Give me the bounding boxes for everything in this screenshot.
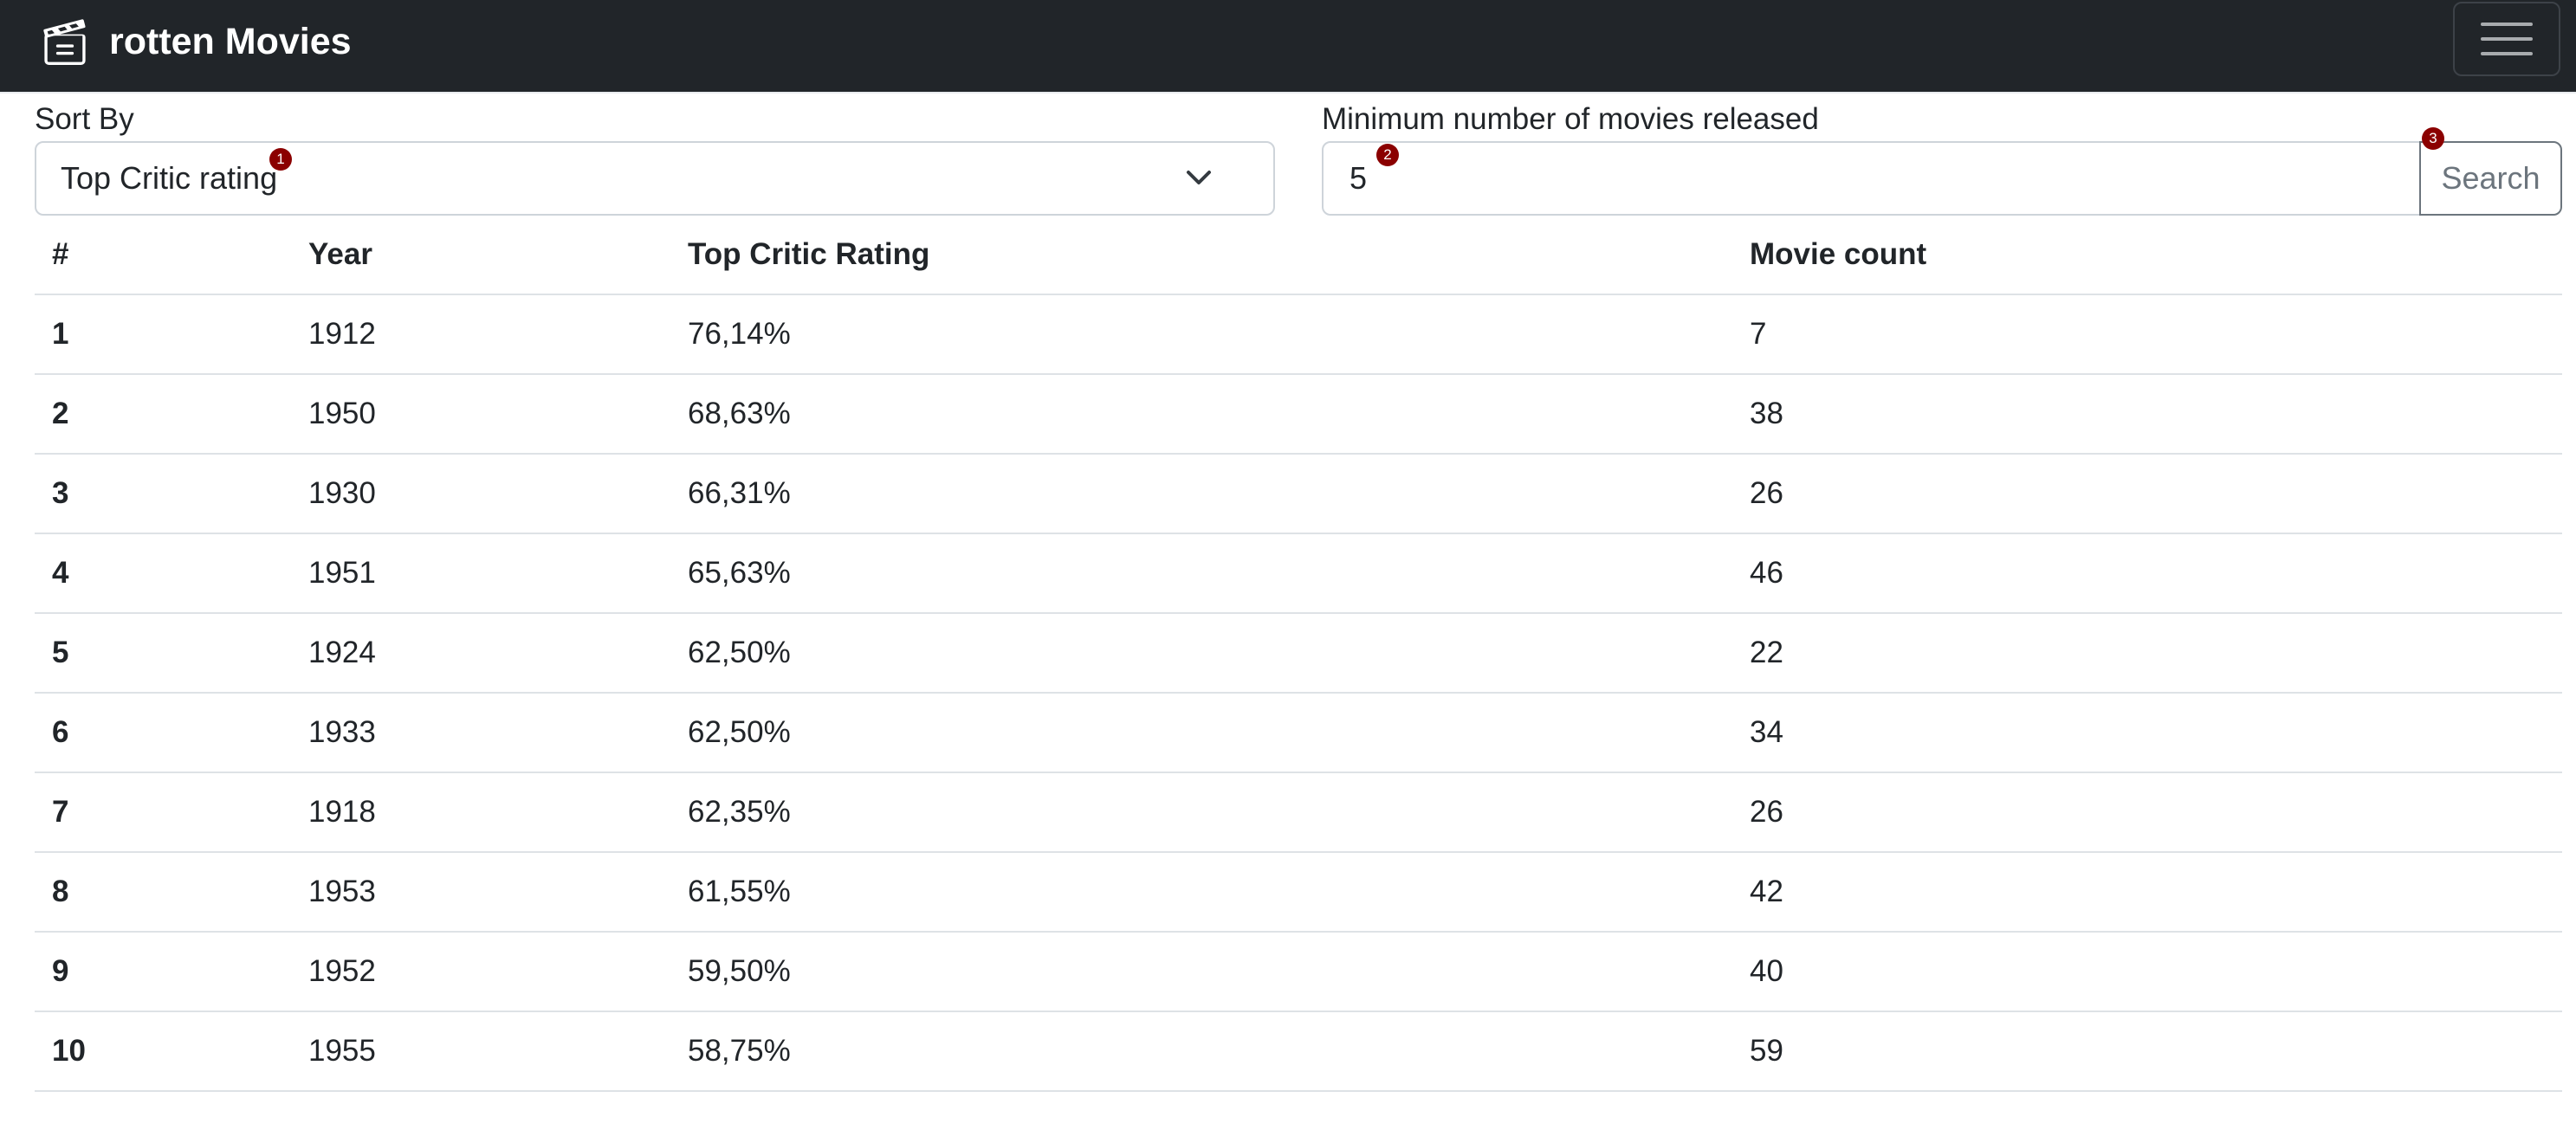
count-cell: 22 xyxy=(1732,613,2562,694)
year-cell: 1912 xyxy=(291,294,670,375)
rating-cell: 62,50% xyxy=(670,613,1732,694)
table-row: 7 1918 62,35% 26 xyxy=(35,772,2562,853)
clapperboard-icon xyxy=(43,19,86,65)
rating-cell: 59,50% xyxy=(670,932,1732,1012)
count-cell: 42 xyxy=(1732,852,2562,933)
count-cell: 26 xyxy=(1732,772,2562,853)
chevron-down-icon xyxy=(1187,171,1211,184)
results-table: # Year Top Critic Rating Movie count 1 1… xyxy=(35,216,2562,1092)
search-button[interactable]: Search xyxy=(2419,141,2562,216)
rank-cell: 1 xyxy=(35,294,291,375)
sort-by-select[interactable]: Top Critic rating xyxy=(35,141,1275,216)
year-cell: 1951 xyxy=(291,533,670,614)
rating-cell: 66,31% xyxy=(670,454,1732,534)
year-cell: 1955 xyxy=(291,1011,670,1092)
table-row: 6 1933 62,50% 34 xyxy=(35,693,2562,773)
table-row: 1 1912 76,14% 7 xyxy=(35,294,2562,375)
table-header-row: # Year Top Critic Rating Movie count xyxy=(35,216,2562,295)
rank-cell: 3 xyxy=(35,454,291,534)
rating-cell: 62,50% xyxy=(670,693,1732,773)
search-button-label: Search xyxy=(2441,160,2540,196)
step-badge-1: 1 xyxy=(269,148,292,171)
brand-title: rotten Movies xyxy=(109,21,352,62)
table-row: 5 1924 62,50% 22 xyxy=(35,613,2562,694)
count-cell: 34 xyxy=(1732,693,2562,773)
rank-cell: 2 xyxy=(35,374,291,455)
table-row: 4 1951 65,63% 46 xyxy=(35,533,2562,614)
sort-by-label: Sort By xyxy=(35,102,134,136)
year-cell: 1933 xyxy=(291,693,670,773)
min-movies-label: Minimum number of movies released xyxy=(1322,102,1819,136)
table-row: 3 1930 66,31% 26 xyxy=(35,454,2562,534)
year-cell: 1930 xyxy=(291,454,670,534)
table-row: 2 1950 68,63% 38 xyxy=(35,374,2562,455)
rating-cell: 65,63% xyxy=(670,533,1732,614)
rating-cell: 76,14% xyxy=(670,294,1732,375)
column-header-count: Movie count xyxy=(1732,216,2562,295)
min-movies-input[interactable]: 5 xyxy=(1322,141,2422,216)
table-row: 8 1953 61,55% 42 xyxy=(35,852,2562,933)
count-cell: 26 xyxy=(1732,454,2562,534)
table-row: 9 1952 59,50% 40 xyxy=(35,932,2562,1012)
column-header-year: Year xyxy=(291,216,670,295)
brand-link[interactable]: rotten Movies xyxy=(42,17,352,66)
count-cell: 59 xyxy=(1732,1011,2562,1092)
rating-cell: 68,63% xyxy=(670,374,1732,455)
year-cell: 1953 xyxy=(291,852,670,933)
rank-cell: 10 xyxy=(35,1011,291,1092)
min-movies-value: 5 xyxy=(1349,160,1368,196)
rank-cell: 7 xyxy=(35,772,291,853)
rank-cell: 4 xyxy=(35,533,291,614)
count-cell: 7 xyxy=(1732,294,2562,375)
year-cell: 1952 xyxy=(291,932,670,1012)
year-cell: 1950 xyxy=(291,374,670,455)
count-cell: 46 xyxy=(1732,533,2562,614)
sort-by-selected-value: Top Critic rating xyxy=(61,160,278,196)
step-badge-2: 2 xyxy=(1376,144,1399,166)
step-badge-3: 3 xyxy=(2422,127,2444,150)
column-header-rank: # xyxy=(35,216,291,295)
table-row: 10 1955 58,75% 59 xyxy=(35,1011,2562,1092)
navbar-toggler-button[interactable] xyxy=(2453,2,2560,76)
count-cell: 40 xyxy=(1732,932,2562,1012)
rank-cell: 9 xyxy=(35,932,291,1012)
count-cell: 38 xyxy=(1732,374,2562,455)
rating-cell: 58,75% xyxy=(670,1011,1732,1092)
column-header-rating: Top Critic Rating xyxy=(670,216,1732,295)
rank-cell: 8 xyxy=(35,852,291,933)
year-cell: 1918 xyxy=(291,772,670,853)
rating-cell: 62,35% xyxy=(670,772,1732,853)
rating-cell: 61,55% xyxy=(670,852,1732,933)
rank-cell: 6 xyxy=(35,693,291,773)
rank-cell: 5 xyxy=(35,613,291,694)
hamburger-menu-icon xyxy=(2481,23,2533,26)
year-cell: 1924 xyxy=(291,613,670,694)
navbar: rotten Movies xyxy=(0,0,2576,94)
